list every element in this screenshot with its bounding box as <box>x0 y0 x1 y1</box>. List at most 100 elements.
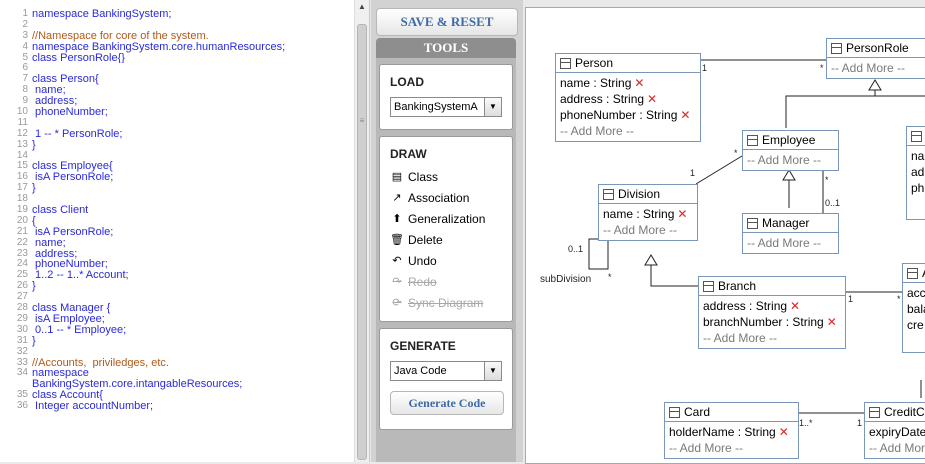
code-line[interactable]: 6 <box>0 63 354 74</box>
line-text[interactable]: Integer accountNumber; <box>32 401 153 412</box>
add-more-link[interactable]: -- Add More -- <box>869 440 925 456</box>
draw-tool-association[interactable]: ↗ Association <box>390 190 469 206</box>
line-text[interactable]: address; <box>32 249 77 260</box>
class-account-partial[interactable]: A acc bala cre <box>902 263 925 353</box>
line-text[interactable]: isA PersonRole; <box>32 172 113 183</box>
attribute-row[interactable]: name : String ✕ <box>603 206 693 222</box>
line-text[interactable]: class PersonRole{} <box>32 53 125 64</box>
delete-attribute-icon[interactable]: ✕ <box>779 425 789 439</box>
line-text[interactable]: } <box>32 140 36 151</box>
class-title[interactable] <box>907 127 925 146</box>
delete-attribute-icon[interactable]: ✕ <box>647 92 657 106</box>
code-line[interactable]: 24 phoneNumber; <box>0 259 354 270</box>
code-lines[interactable]: 1 namespace BankingSystem; 2 3//Namespace f… <box>0 8 354 412</box>
chevron-down-icon[interactable]: ▼ <box>484 98 501 116</box>
code-line[interactable]: 21 isA PersonRole; <box>0 226 354 238</box>
line-text[interactable]: 1 -- * PersonRole; <box>32 129 122 140</box>
code-line[interactable]: 35 class Account{ <box>0 389 354 401</box>
add-more-link[interactable]: -- Add More -- <box>747 235 834 251</box>
line-text[interactable]: phoneNumber; <box>32 107 108 118</box>
code-line[interactable]: 10 phoneNumber; <box>0 106 354 118</box>
class-division[interactable]: Division name : String ✕ -- Add More -- <box>598 184 698 241</box>
code-line[interactable]: 20{ <box>0 215 354 227</box>
add-more-link[interactable]: -- Add More -- <box>669 440 794 456</box>
attribute-row[interactable]: address : String ✕ <box>560 91 696 107</box>
class-branch[interactable]: Branch address : String ✕ branchNumber : … <box>698 276 846 349</box>
add-more-link[interactable]: -- Add More -- <box>831 60 923 76</box>
save-reset-button[interactable]: SAVE & RESET <box>376 8 518 36</box>
code-line[interactable]: 29 isA Employee; <box>0 313 354 325</box>
class-title[interactable]: Manager <box>743 214 838 233</box>
code-line[interactable]: 19 class Client <box>0 204 354 216</box>
code-line[interactable]: 17} <box>0 182 354 194</box>
code-line[interactable]: 34 namespace <box>0 367 354 379</box>
add-more-link[interactable]: -- Add More -- <box>603 222 693 238</box>
delete-attribute-icon[interactable]: ✕ <box>634 76 644 90</box>
line-text[interactable]: isA PersonRole; <box>32 227 113 238</box>
line-text[interactable]: name; <box>32 85 66 96</box>
line-text[interactable]: namespace BankingSystem; <box>32 9 171 20</box>
code-line[interactable]: 4 namespace BankingSystem.core.humanResou… <box>0 41 354 53</box>
diagram-canvas[interactable]: Person name : String ✕ address : String ✕ … <box>525 7 925 464</box>
add-more-link[interactable]: -- Add More -- <box>747 152 834 168</box>
line-text[interactable]: address; <box>32 96 77 107</box>
line-text[interactable]: BankingSystem.core.intangableResources; <box>32 379 242 390</box>
generate-select[interactable]: Java Code ▼ <box>390 361 502 381</box>
line-text[interactable]: class Manager { <box>32 303 110 314</box>
code-line[interactable]: 15 class Employee{ <box>0 161 354 172</box>
line-text[interactable]: namespace BankingSystem.core.humanResour… <box>32 42 285 53</box>
class-personrole[interactable]: PersonRole -- Add More -- <box>826 38 925 79</box>
class-title[interactable]: PersonRole <box>827 39 925 58</box>
class-title[interactable]: Branch <box>699 277 845 296</box>
code-line[interactable]: 18 <box>0 193 354 205</box>
line-text[interactable]: 1..2 -- 1..* Account; <box>32 270 129 281</box>
code-line[interactable]: 28 class Manager { <box>0 302 354 314</box>
code-line[interactable]: 31} <box>0 335 354 347</box>
code-line[interactable]: 8 name; <box>0 84 354 96</box>
class-title[interactable]: A <box>903 264 925 283</box>
load-select[interactable]: BankingSystemA ▼ <box>390 97 502 117</box>
code-line[interactable]: 32 <box>0 346 354 358</box>
class-title[interactable]: Division <box>599 185 697 204</box>
line-text[interactable]: //Namespace for core of the system. <box>32 31 209 42</box>
code-line[interactable]: 11 <box>0 117 354 129</box>
editor-scrollbar[interactable]: ▲ ≡ <box>354 0 369 462</box>
code-line[interactable]: 30 0..1 -- * Employee; <box>0 324 354 336</box>
code-line[interactable]: 16 isA PersonRole; <box>0 171 354 183</box>
code-line[interactable]: 14 <box>0 150 354 162</box>
code-line[interactable]: 7 class Person{ <box>0 73 354 85</box>
line-text[interactable]: 0..1 -- * Employee; <box>32 325 126 336</box>
class-title[interactable]: Person <box>556 54 700 73</box>
attribute-row[interactable]: name : String ✕ <box>560 75 696 91</box>
line-text[interactable]: name; <box>32 238 66 249</box>
code-editor[interactable]: 1 namespace BankingSystem; 2 3//Namespace f… <box>0 0 370 462</box>
class-client-partial[interactable]: na ad ph <box>906 126 925 220</box>
code-line[interactable]: 3//Namespace for core of the system. <box>0 30 354 42</box>
class-title[interactable]: Employee <box>743 131 838 150</box>
class-creditcard-partial[interactable]: CreditCar expiryDate -- Add More -- <box>864 402 925 459</box>
code-line[interactable]: 22 name; <box>0 237 354 249</box>
add-more-link[interactable]: -- Add More -- <box>560 123 696 139</box>
line-text[interactable]: phoneNumber; <box>32 259 108 270</box>
class-manager[interactable]: Manager -- Add More -- <box>742 213 839 254</box>
code-line[interactable]: 23 address; <box>0 248 354 260</box>
draw-tool-class[interactable]: ▤ Class <box>390 169 438 185</box>
line-text[interactable]: } <box>32 281 36 292</box>
attribute-row[interactable]: branchNumber : String ✕ <box>703 314 841 330</box>
scrollbar-thumb[interactable] <box>357 24 367 460</box>
line-text[interactable]: namespace <box>32 368 89 379</box>
line-text[interactable]: class Account{ <box>32 390 103 401</box>
draw-tool-generalization[interactable]: ⬆ Generalization <box>390 211 485 227</box>
code-line[interactable]: 9 address; <box>0 95 354 107</box>
attribute-row[interactable]: phoneNumber : String ✕ <box>560 107 696 123</box>
code-line[interactable]: 33//Accounts, priviledges, etc. <box>0 357 354 369</box>
line-text[interactable]: class Client <box>32 205 88 216</box>
code-line[interactable]: 5 class PersonRole{} <box>0 52 354 64</box>
draw-tool-delete[interactable]: 🗑 Delete <box>390 232 443 248</box>
delete-attribute-icon[interactable]: ✕ <box>680 108 690 122</box>
line-text[interactable]: //Accounts, priviledges, etc. <box>32 358 169 369</box>
delete-attribute-icon[interactable]: ✕ <box>677 207 687 221</box>
attribute-row[interactable]: holderName : String ✕ <box>669 424 794 440</box>
chevron-down-icon[interactable]: ▼ <box>484 362 501 380</box>
line-text[interactable]: isA Employee; <box>32 314 105 325</box>
